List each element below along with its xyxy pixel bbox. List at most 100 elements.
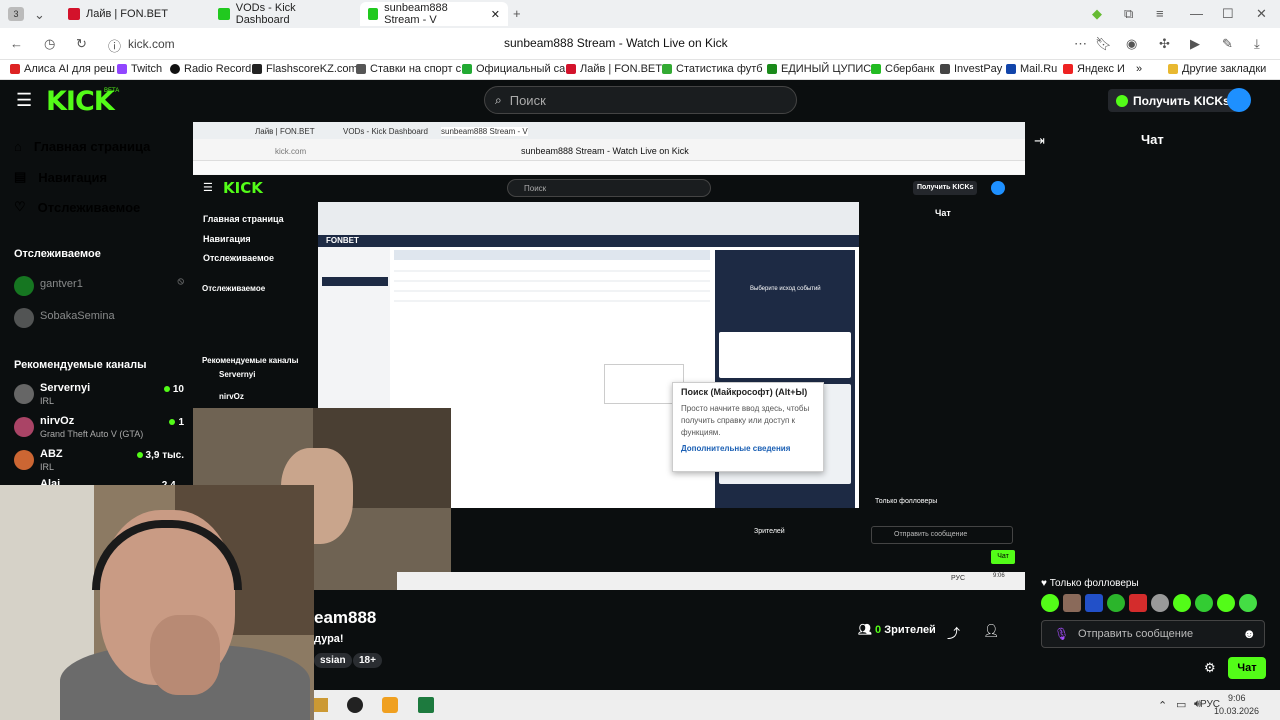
channel-name: gantver1	[40, 278, 83, 290]
maximize-icon[interactable]: ☐	[1222, 6, 1234, 22]
bookmark-icon[interactable]: 🔖︎	[1095, 36, 1112, 52]
tab-fonbet[interactable]: Лайв | FON.BET	[60, 2, 208, 26]
extension-icon[interactable]: ◆	[1092, 6, 1102, 22]
live-dot-icon	[136, 452, 143, 458]
other-bookmarks[interactable]: Другие закладки	[1168, 63, 1266, 75]
tab-count-icon[interactable]: 3	[8, 7, 24, 21]
channel-name[interactable]: eam888	[314, 608, 376, 628]
hamburger-menu-icon: ☰	[203, 182, 213, 194]
bookmark-item[interactable]: Статистика футб	[662, 63, 763, 75]
fonbet-favicon-icon	[68, 8, 80, 20]
nested-url: kick.com	[275, 147, 307, 156]
avatar	[14, 384, 34, 404]
recommended-section-title: Рекомендуемые каналы	[14, 359, 147, 371]
compass-icon: ▤	[14, 169, 27, 184]
close-tab-icon[interactable]: ✕	[491, 8, 500, 21]
emote-icon[interactable]	[1107, 594, 1125, 612]
emote-icon[interactable]	[1129, 594, 1147, 612]
menu-icon[interactable]: ≡	[1156, 6, 1164, 21]
bookmark-item[interactable]: ЕДИНЫЙ ЦУПИС	[767, 63, 871, 75]
share-icon[interactable]: ⤴	[947, 623, 960, 642]
following-section-title: Отслеживаемое	[14, 248, 101, 260]
network-icon[interactable]: ▭	[1176, 698, 1186, 711]
emote-icon[interactable]	[1041, 594, 1059, 612]
avatar	[14, 308, 34, 328]
bookmark-item[interactable]: Официальный са	[462, 63, 565, 75]
download-icon[interactable]: ⤓	[1254, 36, 1260, 52]
pen-icon[interactable]: ✎	[1222, 36, 1233, 52]
language-tag[interactable]: ssian	[314, 653, 352, 668]
sidebar-item-following[interactable]: ♡ Отслеживаемое	[14, 199, 140, 215]
viewer-count: 1	[169, 417, 184, 428]
reload-icon[interactable]: ↻	[76, 36, 87, 52]
puzzle-icon[interactable]: ✣	[1159, 36, 1170, 52]
sidebar-item-label: Главная страница	[33, 139, 151, 154]
tab-stream[interactable]: sunbeam888 Stream - V ✕	[360, 2, 508, 26]
get-kicks-button[interactable]: Получить KICKs	[1108, 89, 1238, 112]
emote-icon[interactable]	[1151, 594, 1169, 612]
hamburger-menu-icon[interactable]: ☰	[16, 91, 32, 109]
media-icon[interactable]: ▶	[1190, 36, 1200, 52]
bookmark-item[interactable]: FlashscoreKZ.com	[252, 63, 358, 75]
url-field[interactable]: kick.com	[128, 37, 175, 51]
sidebar-item-browse[interactable]: ▤ Навигация	[14, 169, 107, 185]
avatar	[14, 417, 34, 437]
new-tab-icon[interactable]: +	[513, 6, 521, 21]
player-icon[interactable]	[382, 697, 398, 713]
up-arrow-icon[interactable]: ⌃	[1158, 699, 1167, 712]
more-bookmarks-icon[interactable]: »	[1136, 63, 1142, 75]
bookmark-item[interactable]: InvestPay	[940, 63, 1002, 75]
more-icon[interactable]: ⋯	[1074, 36, 1087, 52]
nested-search-tooltip: Поиск (Майкрософт) (Alt+Ы) Просто начнит…	[672, 382, 824, 472]
nested-chat-input: Отправить сообщение	[871, 526, 1013, 544]
obs-icon[interactable]	[347, 697, 363, 713]
search-input[interactable]: ⌕ Поиск	[484, 86, 797, 114]
collapse-chat-icon[interactable]: ⇥	[1034, 133, 1045, 149]
bookmark-item[interactable]: Лайв | FON.BET	[566, 63, 662, 75]
bookmark-manager-icon[interactable]: ⧉	[1124, 6, 1133, 22]
app-icon[interactable]	[314, 698, 328, 712]
emoji-icon[interactable]: ☻	[1242, 626, 1256, 641]
nested-page-title: sunbeam888 Stream - Watch Live on Kick	[521, 146, 689, 156]
viewers-count: 👥︎ 0 Зрителей	[858, 624, 936, 636]
microphone-icon[interactable]: 🎙︎	[1054, 627, 1069, 641]
emote-icon[interactable]	[1085, 594, 1103, 612]
bookmark-item[interactable]: Mail.Ru	[1006, 63, 1057, 75]
emote-icon[interactable]	[1195, 594, 1213, 612]
webcam-overlay	[0, 485, 314, 720]
settings-gear-icon[interactable]: ⚙	[1204, 660, 1216, 676]
nested-lang: РУС	[951, 575, 966, 582]
site-info-icon[interactable]: ⓘ	[108, 36, 121, 55]
clock-time[interactable]: 9:06	[1228, 693, 1246, 703]
minimize-icon[interactable]: —	[1190, 6, 1203, 21]
emote-icon[interactable]	[1217, 594, 1235, 612]
globe-icon[interactable]: ◉	[1126, 36, 1137, 52]
bookmark-item[interactable]: Twitch	[117, 63, 162, 75]
excel-icon[interactable]	[418, 697, 434, 713]
history-icon[interactable]: ◷	[44, 36, 55, 52]
chat-input[interactable]: 🎙︎ Отправить сообщение ☻	[1041, 620, 1265, 648]
nested-tab-label: Лайв | FON.BET	[255, 127, 315, 136]
bookmark-item[interactable]: Ставки на спорт с	[356, 63, 461, 75]
fonbet-logo: FONBET	[326, 236, 359, 245]
follow-user-icon[interactable]: 👤︎	[983, 623, 1000, 639]
chat-send-button[interactable]: Чат	[1228, 657, 1266, 679]
tab-vods[interactable]: VODs - Kick Dashboard	[210, 2, 358, 26]
bookmark-item[interactable]: Radio Record	[170, 63, 251, 75]
close-window-icon[interactable]: ✕	[1256, 6, 1267, 22]
emote-icon[interactable]	[1239, 594, 1257, 612]
page-title: sunbeam888 Stream - Watch Live on Kick	[504, 36, 728, 50]
bookmark-item[interactable]: Яндекс И	[1063, 63, 1125, 75]
heart-icon: ♥	[1041, 578, 1047, 589]
emote-icon[interactable]	[1063, 594, 1081, 612]
coupon-hint: Выберите исход событий	[750, 286, 821, 292]
sidebar-item-home[interactable]: ⌂ Главная страница	[14, 139, 150, 154]
bookmark-item[interactable]: Сбербанк	[871, 63, 934, 75]
bookmark-item[interactable]: Алиса AI для реш	[10, 63, 115, 75]
emote-icon[interactable]	[1173, 594, 1191, 612]
back-icon[interactable]: ←	[10, 36, 23, 51]
chevron-down-icon[interactable]: ⌄	[34, 7, 45, 23]
avatar[interactable]	[1227, 88, 1251, 112]
beta-badge: BETA	[104, 88, 120, 94]
clock-date[interactable]: 10.03.2026	[1214, 706, 1259, 716]
